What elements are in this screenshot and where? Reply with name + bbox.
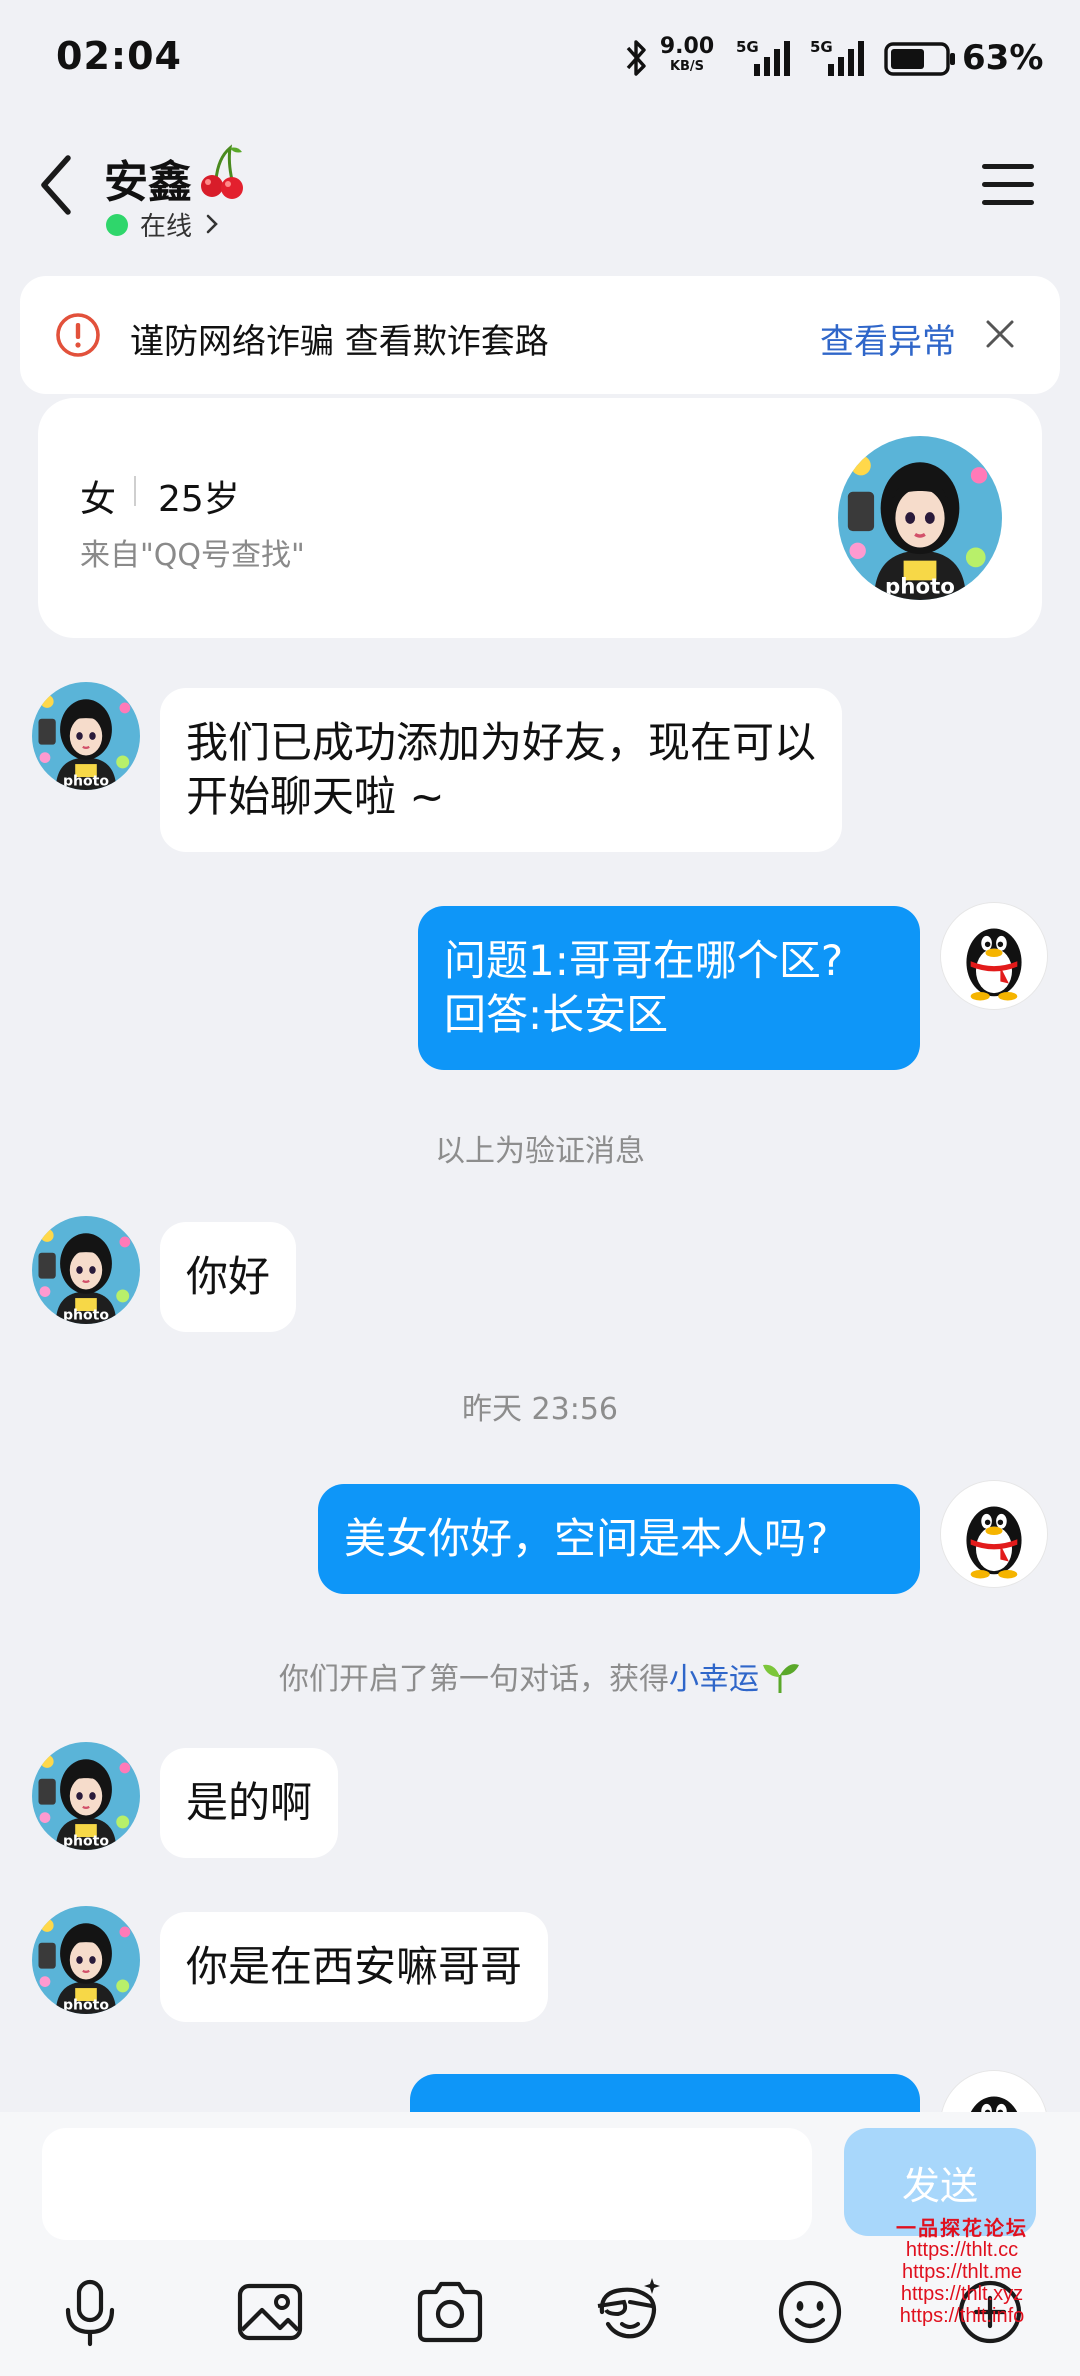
contact-avatar[interactable] [32, 1906, 140, 2014]
signal-5g-icon: 5G [736, 38, 790, 76]
sticker-icon[interactable] [588, 2272, 668, 2352]
message-input[interactable] [42, 2128, 812, 2240]
image-icon[interactable] [230, 2272, 310, 2352]
profile-age: 25岁 [158, 479, 240, 520]
menu-button[interactable] [982, 162, 1034, 208]
lucky-link[interactable]: 小幸运 [669, 1662, 759, 1697]
battery-percent: 63% [962, 38, 1044, 78]
network-speed-unit: KB/S [669, 59, 705, 74]
status-indicators: 9.00 KB/S 5G 5G 63% [600, 34, 1080, 84]
svg-text:5G: 5G [810, 38, 833, 56]
menu-bar [982, 182, 1034, 187]
camera-icon[interactable] [410, 2272, 490, 2352]
profile-gender: 女 [80, 479, 117, 520]
contact-name[interactable]: 安鑫 [104, 146, 192, 210]
message-bubble-outgoing[interactable] [410, 2074, 920, 2112]
message-bubble-outgoing[interactable]: 美女你好，空间是本人吗? [318, 1484, 920, 1594]
chat-header: 安鑫 在线 [0, 130, 1080, 250]
back-arrow-icon[interactable] [32, 150, 82, 220]
status-bar: 02:04 9.00 KB/S 5G 5G 63% [0, 0, 1080, 120]
my-avatar[interactable] [940, 902, 1048, 1010]
watermark-title: 一品探花论坛 [896, 2216, 1028, 2240]
chat-message-list[interactable]: 我们已成功添加为好友，现在可以 开始聊天啦 ~ 问题1:哥哥在哪个区? 回答:长… [0, 650, 1080, 2112]
online-dot-icon [106, 214, 128, 236]
message-text: 美女你好，空间是本人吗? [344, 1514, 829, 1563]
chevron-right-icon [206, 214, 218, 234]
status-time: 02:04 [56, 34, 182, 78]
my-avatar[interactable] [940, 2070, 1048, 2112]
network-speed: 9.00 KB/S [652, 34, 722, 74]
profile-card[interactable]: 女 25岁 来自"QQ号查找" [38, 398, 1042, 638]
message-bubble-incoming[interactable]: 你好 [160, 1222, 297, 1332]
fraud-warning-banner: 谨防网络诈骗 查看欺诈套路 查看异常 [20, 276, 1060, 394]
watermark-url: https://thlt.cc [905, 2239, 1019, 2261]
contact-avatar[interactable] [32, 1216, 140, 1324]
message-text: 你好 [186, 1252, 271, 1301]
battery-icon [884, 42, 955, 76]
online-status-text: 在线 [140, 212, 193, 242]
bluetooth-icon [626, 40, 646, 76]
system-message-text: 你们开启了第一句对话，获得 [279, 1662, 669, 1697]
message-text: 开始聊天啦 ~ [186, 772, 445, 821]
watermark-url: https://thlt.xyz [900, 2283, 1024, 2305]
my-avatar[interactable] [940, 1480, 1048, 1588]
network-speed-value: 9.00 [659, 34, 715, 59]
menu-bar [982, 164, 1034, 169]
message-bubble-incoming[interactable]: 我们已成功添加为好友，现在可以 开始聊天啦 ~ [160, 688, 843, 852]
fraud-warning-text: 谨防网络诈骗 查看欺诈套路 [130, 322, 549, 362]
message-text: 你是在西安嘛哥哥 [186, 1942, 523, 1991]
message-text: 回答:长安区 [444, 990, 669, 1039]
message-bubble-incoming[interactable]: 是的啊 [160, 1748, 339, 1858]
system-message: 以上为验证消息 [435, 1134, 645, 1169]
watermark-url: https://thlt.info [899, 2305, 1025, 2327]
message-bubble-outgoing[interactable]: 问题1:哥哥在哪个区? 回答:长安区 [418, 906, 920, 1070]
contact-avatar[interactable] [32, 1742, 140, 1850]
message-text: 是的啊 [186, 1778, 313, 1827]
sprout-icon [763, 1664, 799, 1693]
message-timestamp: 昨天 23:56 [462, 1392, 618, 1427]
contact-avatar[interactable] [32, 682, 140, 790]
divider [134, 476, 136, 506]
profile-avatar[interactable] [838, 436, 1002, 600]
message-text: 问题1:哥哥在哪个区? [444, 936, 844, 985]
system-message: 你们开启了第一句对话，获得小幸运 [0, 1654, 1080, 1698]
watermark-url: https://thlt.me [901, 2261, 1023, 2283]
menu-bar [982, 200, 1034, 205]
emoji-icon[interactable] [770, 2272, 850, 2352]
signal-5g-icon: 5G [810, 38, 864, 76]
close-icon[interactable] [982, 316, 1018, 352]
message-bubble-incoming[interactable]: 你是在西安嘛哥哥 [160, 1912, 549, 2022]
profile-source: 来自"QQ号查找" [80, 538, 305, 573]
cherry-icon [201, 144, 243, 199]
message-text: 我们已成功添加为好友，现在可以 [186, 718, 817, 767]
warning-icon [56, 313, 100, 357]
view-anomaly-link[interactable]: 查看异常 [820, 314, 956, 363]
svg-text:5G: 5G [736, 38, 759, 56]
watermark: 一品探花论坛 https://thlt.cc https://thlt.me h… [862, 2218, 1062, 2326]
mic-icon[interactable] [50, 2272, 130, 2352]
